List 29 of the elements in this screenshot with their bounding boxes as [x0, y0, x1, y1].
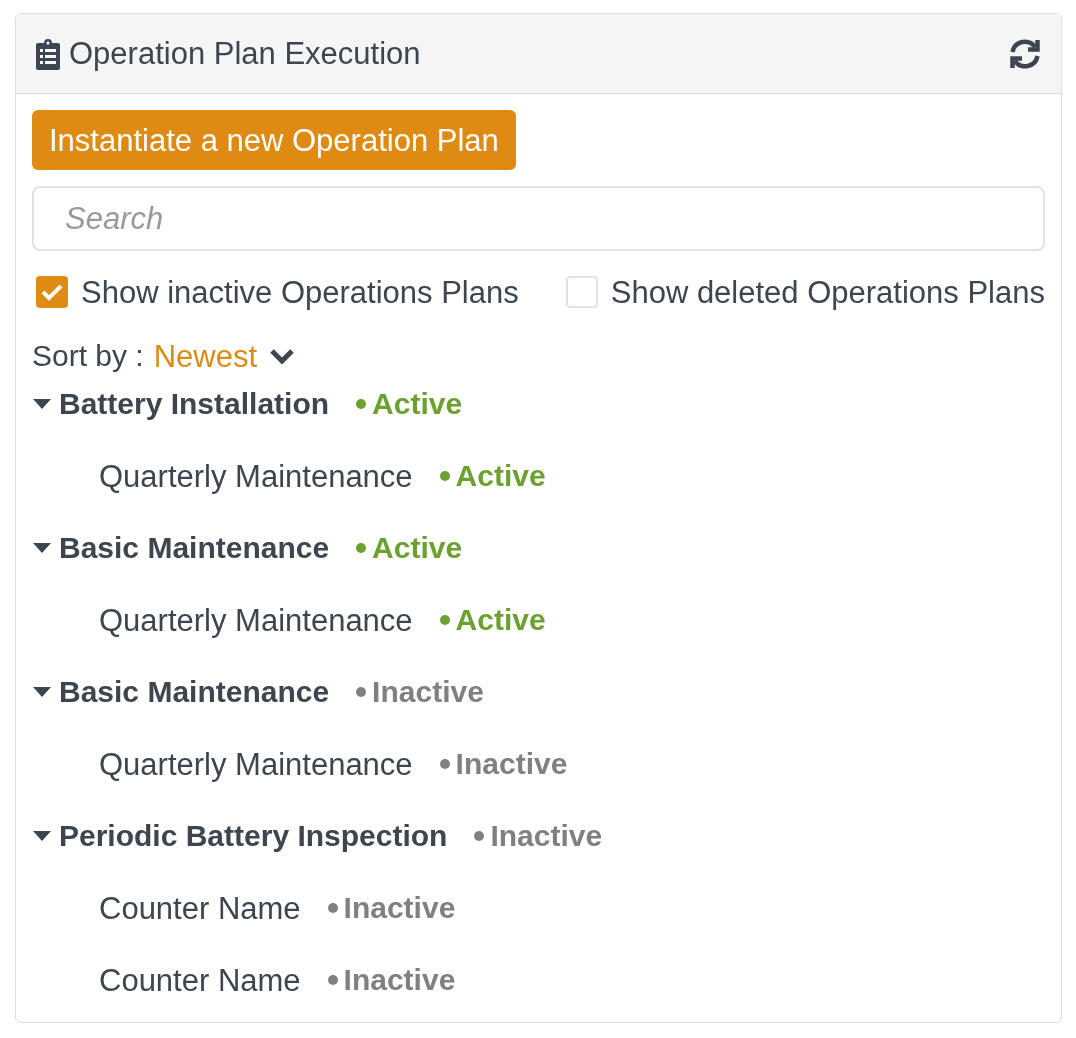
- plan-name[interactable]: Periodic Battery Inspection: [59, 821, 448, 851]
- status-label: Inactive: [343, 893, 456, 923]
- plan-name[interactable]: Battery Installation: [59, 389, 330, 419]
- plan-child-name[interactable]: Counter Name: [99, 964, 301, 996]
- plan-child-name[interactable]: Quarterly Maintenance: [99, 604, 413, 636]
- plan-child-name[interactable]: Counter Name: [99, 892, 301, 924]
- status-label: Inactive: [455, 749, 568, 779]
- checkmark-icon: [41, 283, 63, 301]
- plan-child-name[interactable]: Quarterly Maintenance: [99, 748, 413, 780]
- sort-label: Sort by :: [32, 341, 144, 371]
- status-label: Inactive: [343, 965, 456, 995]
- plan-name[interactable]: Basic Maintenance: [59, 533, 330, 563]
- status-label: Active: [455, 605, 546, 635]
- status-label: Active: [372, 389, 463, 419]
- refresh-button[interactable]: [1008, 36, 1042, 71]
- plan-name[interactable]: Basic Maintenance: [59, 677, 330, 707]
- refresh-icon: [1008, 36, 1042, 71]
- chevron-down-icon: [269, 347, 296, 365]
- panel-title: Operation Plan Execution: [69, 38, 421, 69]
- status-label: Active: [455, 461, 546, 491]
- clipboard-icon: [36, 37, 60, 70]
- status-label: Inactive: [372, 677, 484, 707]
- status-label: Active: [372, 533, 463, 563]
- plan-child-name[interactable]: Quarterly Maintenance: [99, 460, 413, 492]
- filter-label[interactable]: Show deleted Operations Plans: [610, 276, 1045, 308]
- checkbox[interactable]: [36, 276, 68, 308]
- search-field[interactable]: Search: [32, 186, 1045, 251]
- status-label: Inactive: [490, 821, 603, 851]
- filter-label[interactable]: Show inactive Operations Plans: [81, 276, 519, 308]
